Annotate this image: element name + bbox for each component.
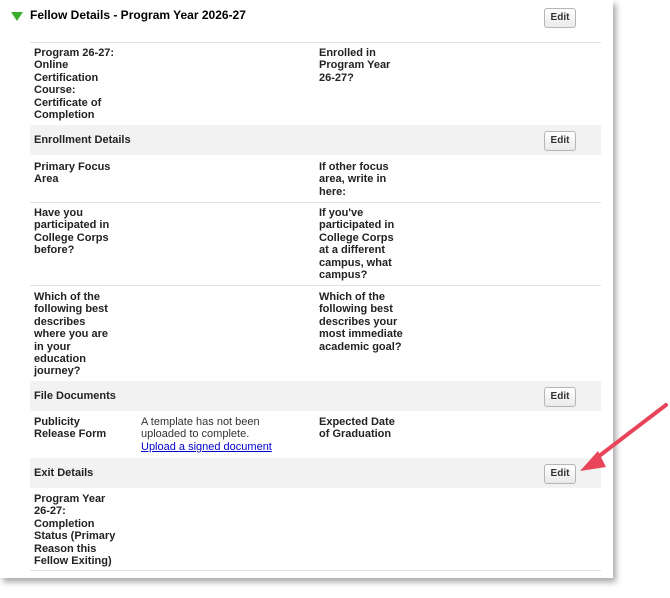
participated-before-label: Have you participated in College Corps b… xyxy=(34,207,110,257)
edit-enrollment-details-button[interactable]: Edit xyxy=(544,131,576,151)
exit-details-header xyxy=(30,458,601,488)
primary-focus-area-label: Primary Focus Area xyxy=(34,161,111,186)
program-certification-label: Program 26-27: Online Certification Cour… xyxy=(34,47,115,122)
upload-document-container: Upload a signed document xyxy=(141,441,272,453)
collapse-triangle-icon[interactable] xyxy=(11,12,23,21)
divider xyxy=(30,285,601,286)
enrolled-program-year-label: Enrolled in Program Year 26-27? xyxy=(319,47,391,84)
completion-status-label: Program Year 26-27: Completion Status (P… xyxy=(34,493,116,568)
academic-goal-label: Which of the following best describes yo… xyxy=(319,291,403,353)
enrollment-details-title: Enrollment Details xyxy=(34,134,131,146)
divider xyxy=(30,570,601,571)
publicity-release-form-label: Publicity Release Form xyxy=(34,416,107,441)
divider xyxy=(30,42,601,43)
fellow-details-panel: Fellow Details - Program Year 2026-27 Ed… xyxy=(0,0,613,578)
education-journey-label: Which of the following best describes wh… xyxy=(34,291,108,378)
panel-title: Fellow Details - Program Year 2026-27 xyxy=(30,8,246,22)
panel-header: Fellow Details - Program Year 2026-27 Ed… xyxy=(0,0,613,36)
upload-signed-document-link[interactable]: Upload a signed document xyxy=(141,441,272,453)
annotation-arrow-icon xyxy=(580,403,668,471)
file-documents-title: File Documents xyxy=(34,390,116,402)
expected-graduation-label: Expected Date of Graduation xyxy=(319,416,395,441)
exit-details-title: Exit Details xyxy=(34,467,94,479)
edit-fellow-details-button[interactable]: Edit xyxy=(544,8,576,28)
other-focus-area-label: If other focus area, write in here: xyxy=(319,161,389,198)
template-not-uploaded-text: A template has not been uploaded to comp… xyxy=(141,416,260,441)
divider xyxy=(30,202,601,203)
different-campus-label: If you've participated in College Corps … xyxy=(319,207,395,282)
